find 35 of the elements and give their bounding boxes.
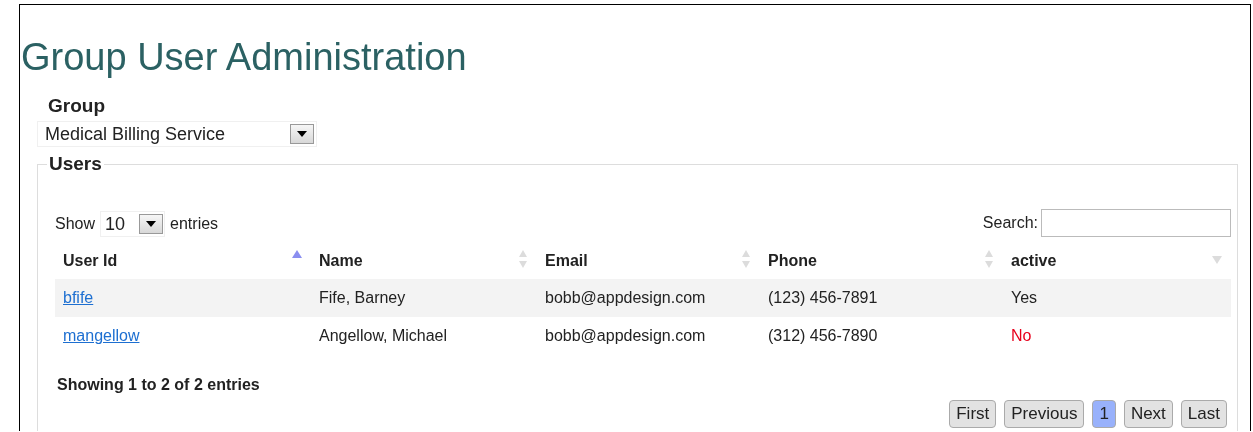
user-id-link[interactable]: mangellow	[63, 327, 140, 344]
column-header[interactable]: Phone	[760, 241, 1003, 279]
search-label: Search:	[982, 214, 1038, 232]
group-select[interactable]: Medical Billing Service	[37, 121, 317, 147]
phone-cell: (312) 456-7890	[768, 327, 878, 344]
active-cell: No	[1011, 327, 1032, 344]
email-cell: bobb@appdesign.com	[545, 327, 706, 344]
phone-cell: (123) 456-7891	[768, 289, 878, 306]
column-header[interactable]: Email	[537, 241, 760, 279]
sort-ascending-icon	[291, 249, 303, 259]
column-header[interactable]: Name	[311, 241, 537, 279]
users-legend: Users	[47, 153, 104, 175]
active-cell: Yes	[1011, 289, 1038, 306]
entries-info: Showing 1 to 2 of 2 entries	[57, 376, 261, 394]
email-cell: bobb@appdesign.com	[545, 289, 706, 306]
sort-descending-icon	[1211, 255, 1223, 265]
sort-both-icon	[517, 249, 529, 269]
page-title: Group User Administration	[21, 35, 468, 79]
page-button[interactable]: Previous	[1004, 400, 1085, 428]
name-cell: Angellow, Michael	[319, 327, 448, 344]
search-field[interactable]	[1041, 209, 1231, 237]
sort-both-icon	[740, 249, 752, 269]
group-label: Group	[48, 95, 106, 117]
show-label: Show	[55, 215, 96, 233]
name-cell: Fife, Barney	[319, 289, 406, 306]
column-header[interactable]: active	[1003, 241, 1231, 279]
user-id-link[interactable]: bfife	[63, 289, 94, 306]
entries-label: entries	[170, 215, 219, 233]
entries-select[interactable]: 10	[100, 211, 166, 237]
page-button[interactable]: Next	[1123, 400, 1173, 428]
sort-both-icon	[983, 249, 995, 269]
page-button[interactable]: First	[949, 400, 997, 428]
page-button[interactable]: 1	[1092, 400, 1116, 428]
column-header[interactable]: User Id	[55, 241, 311, 279]
page-button[interactable]: Last	[1180, 400, 1227, 428]
